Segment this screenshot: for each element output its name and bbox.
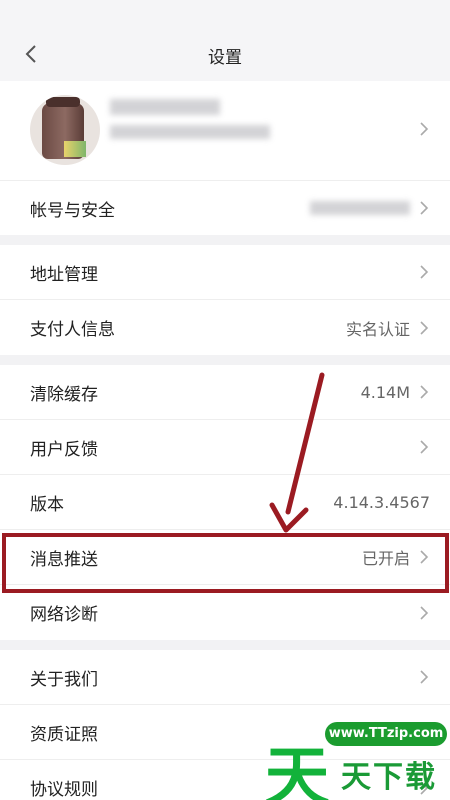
address-management-row[interactable]: 地址管理: [0, 245, 450, 300]
blurred-user-id: [110, 125, 270, 139]
message-push-row[interactable]: 消息推送 已开启: [0, 530, 450, 585]
blurred-username: [110, 99, 220, 115]
chevron-right-icon: [418, 549, 430, 565]
clear-cache-label: 清除缓存: [30, 384, 98, 405]
nav-bar: 设置: [0, 0, 450, 81]
cache-size-value: 4.14M: [360, 382, 410, 402]
section-gap: [0, 235, 450, 245]
network-diagnosis-row[interactable]: 网络诊断: [0, 585, 450, 640]
user-feedback-label: 用户反馈: [30, 439, 98, 460]
payer-info-label: 支付人信息: [30, 320, 115, 340]
chevron-right-icon: [418, 669, 430, 685]
profile-row[interactable]: [0, 81, 450, 181]
message-push-label: 消息推送: [30, 549, 98, 570]
user-feedback-row[interactable]: 用户反馈: [0, 420, 450, 475]
avatar: [30, 95, 100, 165]
payer-info-row[interactable]: 支付人信息 实名认证: [0, 300, 450, 355]
chevron-right-icon: [418, 200, 430, 216]
profile-group: 帐号与安全: [0, 81, 450, 235]
version-value: 4.14.3.4567: [333, 492, 430, 512]
blurred-account-value: [310, 201, 410, 215]
account-security-label: 帐号与安全: [30, 200, 115, 221]
network-diagnosis-label: 网络诊断: [30, 605, 98, 625]
about-us-row[interactable]: 关于我们: [0, 650, 450, 705]
section-gap: [0, 640, 450, 650]
payer-info-value: 实名认证: [345, 319, 410, 339]
chevron-right-icon: [418, 320, 430, 336]
account-security-row[interactable]: 帐号与安全: [0, 181, 450, 235]
address-management-label: 地址管理: [30, 264, 98, 285]
chevron-right-icon: [418, 439, 430, 455]
site-watermark: 天 www.TTzip.com 天下载: [265, 718, 450, 800]
address-payment-group: 地址管理 支付人信息 实名认证: [0, 245, 450, 355]
message-push-value: 已开启: [361, 549, 410, 568]
chevron-right-icon: [418, 121, 430, 137]
watermark-text: 天下载: [341, 760, 437, 795]
chevron-right-icon: [418, 264, 430, 280]
version-label: 版本: [30, 494, 64, 515]
version-row: 版本 4.14.3.4567: [0, 475, 450, 530]
chevron-right-icon: [418, 605, 430, 621]
about-us-label: 关于我们: [30, 669, 98, 690]
chevron-right-icon: [418, 384, 430, 400]
section-gap: [0, 355, 450, 365]
watermark-url: www.TTzip.com: [325, 722, 447, 746]
page-title: 设置: [208, 48, 242, 68]
clear-cache-row[interactable]: 清除缓存 4.14M: [0, 365, 450, 420]
watermark-big-char: 天: [265, 741, 329, 800]
app-settings-group: 清除缓存 4.14M 用户反馈 版本 4.14.3.4567 消息推送 已开启 …: [0, 365, 450, 640]
